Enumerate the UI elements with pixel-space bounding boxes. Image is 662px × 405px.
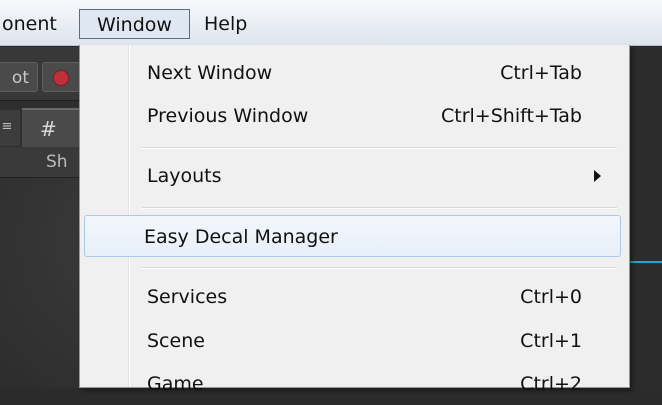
menu-item-label: Game	[147, 373, 204, 395]
submenu-arrow-icon	[594, 170, 601, 182]
selection-accent-line	[628, 261, 662, 263]
menu-separator	[142, 267, 617, 269]
shading-mode-label[interactable]: Sh	[46, 148, 68, 176]
menu-separator	[142, 147, 617, 149]
menu-item-services[interactable]: Services Ctrl+0	[84, 276, 621, 318]
toolbar-button[interactable]: ot	[0, 62, 38, 92]
menu-item-shortcut: Ctrl+Shift+Tab	[441, 105, 582, 127]
menu-component[interactable]: onent	[0, 9, 63, 39]
menu-item-easy-decal-manager[interactable]: Easy Decal Manager	[84, 215, 621, 257]
menu-item-label: Layouts	[147, 165, 222, 187]
right-panel	[628, 47, 662, 388]
menu-item-layouts[interactable]: Layouts	[84, 155, 621, 197]
menu-item-shortcut: Ctrl+0	[520, 286, 582, 308]
menu-item-label: Easy Decal Manager	[144, 226, 338, 248]
collapsed-tab[interactable]: ≡	[0, 110, 20, 146]
window-menu-dropdown: Next Window Ctrl+Tab Previous Window Ctr…	[79, 45, 630, 395]
menu-item-label: Services	[147, 286, 228, 308]
tab-scene[interactable]: #	[22, 108, 82, 148]
record-icon	[53, 70, 69, 86]
menu-item-next-window[interactable]: Next Window Ctrl+Tab	[84, 52, 621, 94]
menu-item-label: Previous Window	[147, 105, 309, 127]
menu-separator	[142, 207, 617, 209]
menu-help[interactable]: Help	[198, 9, 253, 39]
menu-bar: onent Window Help	[0, 0, 662, 46]
menu-item-game[interactable]: Game Ctrl+2	[84, 363, 621, 405]
menu-window[interactable]: Window	[79, 9, 190, 39]
menu-item-shortcut: Ctrl+2	[520, 373, 582, 395]
menu-item-shortcut: Ctrl+Tab	[500, 62, 582, 84]
menu-item-shortcut: Ctrl+1	[520, 330, 582, 352]
record-button[interactable]	[42, 62, 80, 92]
menu-item-previous-window[interactable]: Previous Window Ctrl+Shift+Tab	[84, 95, 621, 137]
menu-item-scene[interactable]: Scene Ctrl+1	[84, 320, 621, 362]
menu-item-label: Next Window	[147, 62, 273, 84]
menu-item-label: Scene	[147, 330, 205, 352]
